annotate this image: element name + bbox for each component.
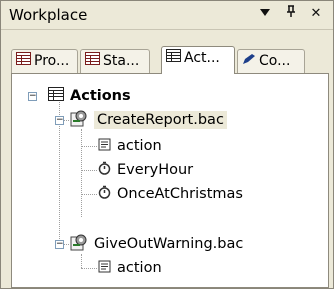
collapse-toggle[interactable]: − xyxy=(55,240,64,249)
tree-item-everyhour[interactable]: EveryHour xyxy=(98,159,193,181)
timer-icon xyxy=(98,161,111,179)
tree-item-label: EveryHour xyxy=(117,162,194,178)
tree-connector xyxy=(81,194,97,195)
tab-sta[interactable]: Sta... xyxy=(80,49,150,73)
tree-connector xyxy=(81,268,97,269)
tree-item-createreport[interactable]: CreateReport.bac xyxy=(70,109,227,131)
tree-item-label: action xyxy=(117,138,162,154)
script-file-icon xyxy=(70,110,88,131)
tab-strip: Pro... Sta... Act... Co... xyxy=(1,46,333,74)
tree-connector xyxy=(81,254,82,268)
tree-connector xyxy=(81,170,97,171)
pin-icon[interactable] xyxy=(282,5,300,23)
table-icon xyxy=(85,50,100,72)
tab-co-label: Co... xyxy=(259,53,291,69)
tab-act[interactable]: Act... xyxy=(161,46,235,74)
tab-co[interactable]: Co... xyxy=(237,49,305,73)
tab-act-label: Act... xyxy=(184,50,220,66)
script-file-icon xyxy=(70,234,88,255)
tab-pro-label: Pro... xyxy=(34,53,70,69)
action-icon xyxy=(98,138,111,155)
tab-sta-label: Sta... xyxy=(103,53,140,69)
table-icon xyxy=(16,50,31,72)
tree-item-label: CreateReport.bac xyxy=(94,111,227,129)
tree-item-label: action xyxy=(117,260,162,276)
triangle-down-icon[interactable] xyxy=(256,5,274,23)
tree-item-giveoutwarning[interactable]: GiveOutWarning.bac xyxy=(70,233,243,255)
tree-connector xyxy=(81,146,97,147)
collapse-toggle[interactable]: − xyxy=(55,116,64,125)
tree-item-label: GiveOutWarning.bac xyxy=(94,236,244,252)
tree-root-label: Actions xyxy=(70,88,131,104)
tree-root-actions[interactable]: Actions xyxy=(48,85,131,107)
tree-connector xyxy=(81,129,82,217)
title-bar: Workplace ✕ xyxy=(1,1,333,30)
close-icon[interactable]: ✕ xyxy=(307,5,325,23)
tree-item-action[interactable]: action xyxy=(98,135,162,157)
actions-tree: − Actions − CreateReport.bac action Ever… xyxy=(11,73,329,288)
tree-item-onceatchristmas[interactable]: OnceAtChristmas xyxy=(98,183,243,205)
table-icon xyxy=(48,87,64,105)
tree-item-label: OnceAtChristmas xyxy=(117,186,243,202)
pencil-icon xyxy=(242,50,256,72)
table-icon xyxy=(166,47,181,69)
tab-pro[interactable]: Pro... xyxy=(11,49,78,73)
timer-icon xyxy=(98,185,111,203)
collapse-toggle[interactable]: − xyxy=(28,92,37,101)
panel-title: Workplace xyxy=(9,6,88,24)
tree-item-action[interactable]: action xyxy=(98,257,162,279)
workplace-panel: Workplace ✕ Pro... Sta... Act... Co... −… xyxy=(0,0,334,289)
action-icon xyxy=(98,260,111,277)
